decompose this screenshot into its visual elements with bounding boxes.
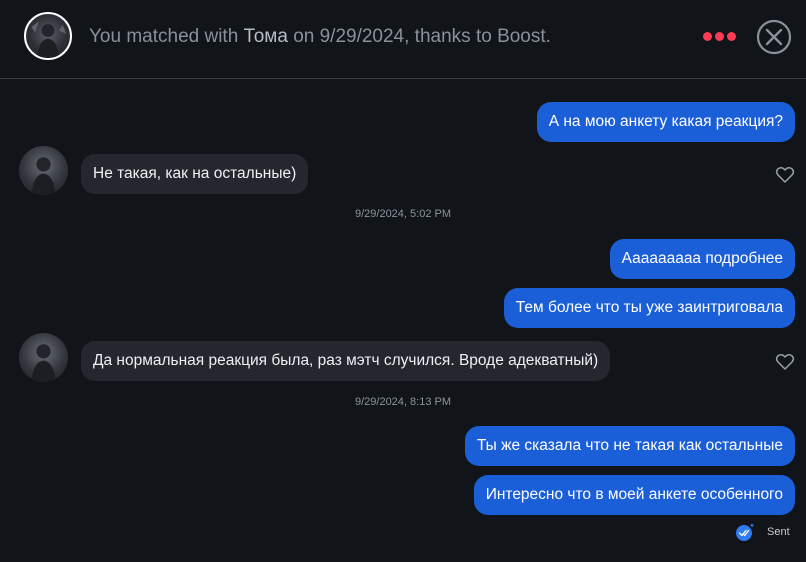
match-header: You matched with Тома on 9/29/2024, than… (0, 0, 806, 79)
close-circle-icon[interactable] (756, 19, 792, 55)
more-dots-icon[interactable] (703, 32, 737, 42)
avatar-photo (31, 157, 56, 195)
sent-label: Sent (767, 526, 790, 538)
message-outgoing[interactable]: Ааааааааа подробнее (609, 239, 795, 279)
match-suffix: on 9/29/2024, thanks to Boost. (293, 26, 551, 47)
message-incoming[interactable]: Не такая, как на остальные) (81, 154, 309, 194)
delivery-status: Sent (735, 522, 795, 541)
heart-outline-icon[interactable] (775, 165, 795, 185)
message-incoming[interactable]: Да нормальная реакция была, раз мэтч слу… (81, 341, 611, 381)
double-check-icon (736, 523, 755, 541)
message-outgoing[interactable]: Тем более что ты уже заинтриговала (503, 288, 795, 328)
message-timestamp: 9/29/2024, 8:13 PM (354, 396, 451, 408)
heart-outline-icon[interactable] (775, 352, 795, 372)
message-timestamp: 9/29/2024, 5:02 PM (354, 208, 451, 220)
avatar-photo (31, 21, 67, 58)
message-outgoing[interactable]: Интересно что в моей анкете особенного (473, 475, 795, 515)
match-avatar[interactable] (24, 12, 72, 60)
sender-avatar[interactable] (19, 146, 68, 195)
sender-avatar[interactable] (19, 333, 68, 382)
avatar-photo (31, 344, 56, 382)
message-outgoing[interactable]: А на мою анкету какая реакция? (536, 102, 795, 142)
match-prefix: You matched with (89, 26, 239, 47)
match-info-text: You matched with Тома on 9/29/2024, than… (89, 26, 551, 48)
message-outgoing[interactable]: Ты же сказала что не такая как остальные (464, 426, 795, 466)
match-name[interactable]: Тома (244, 26, 288, 47)
